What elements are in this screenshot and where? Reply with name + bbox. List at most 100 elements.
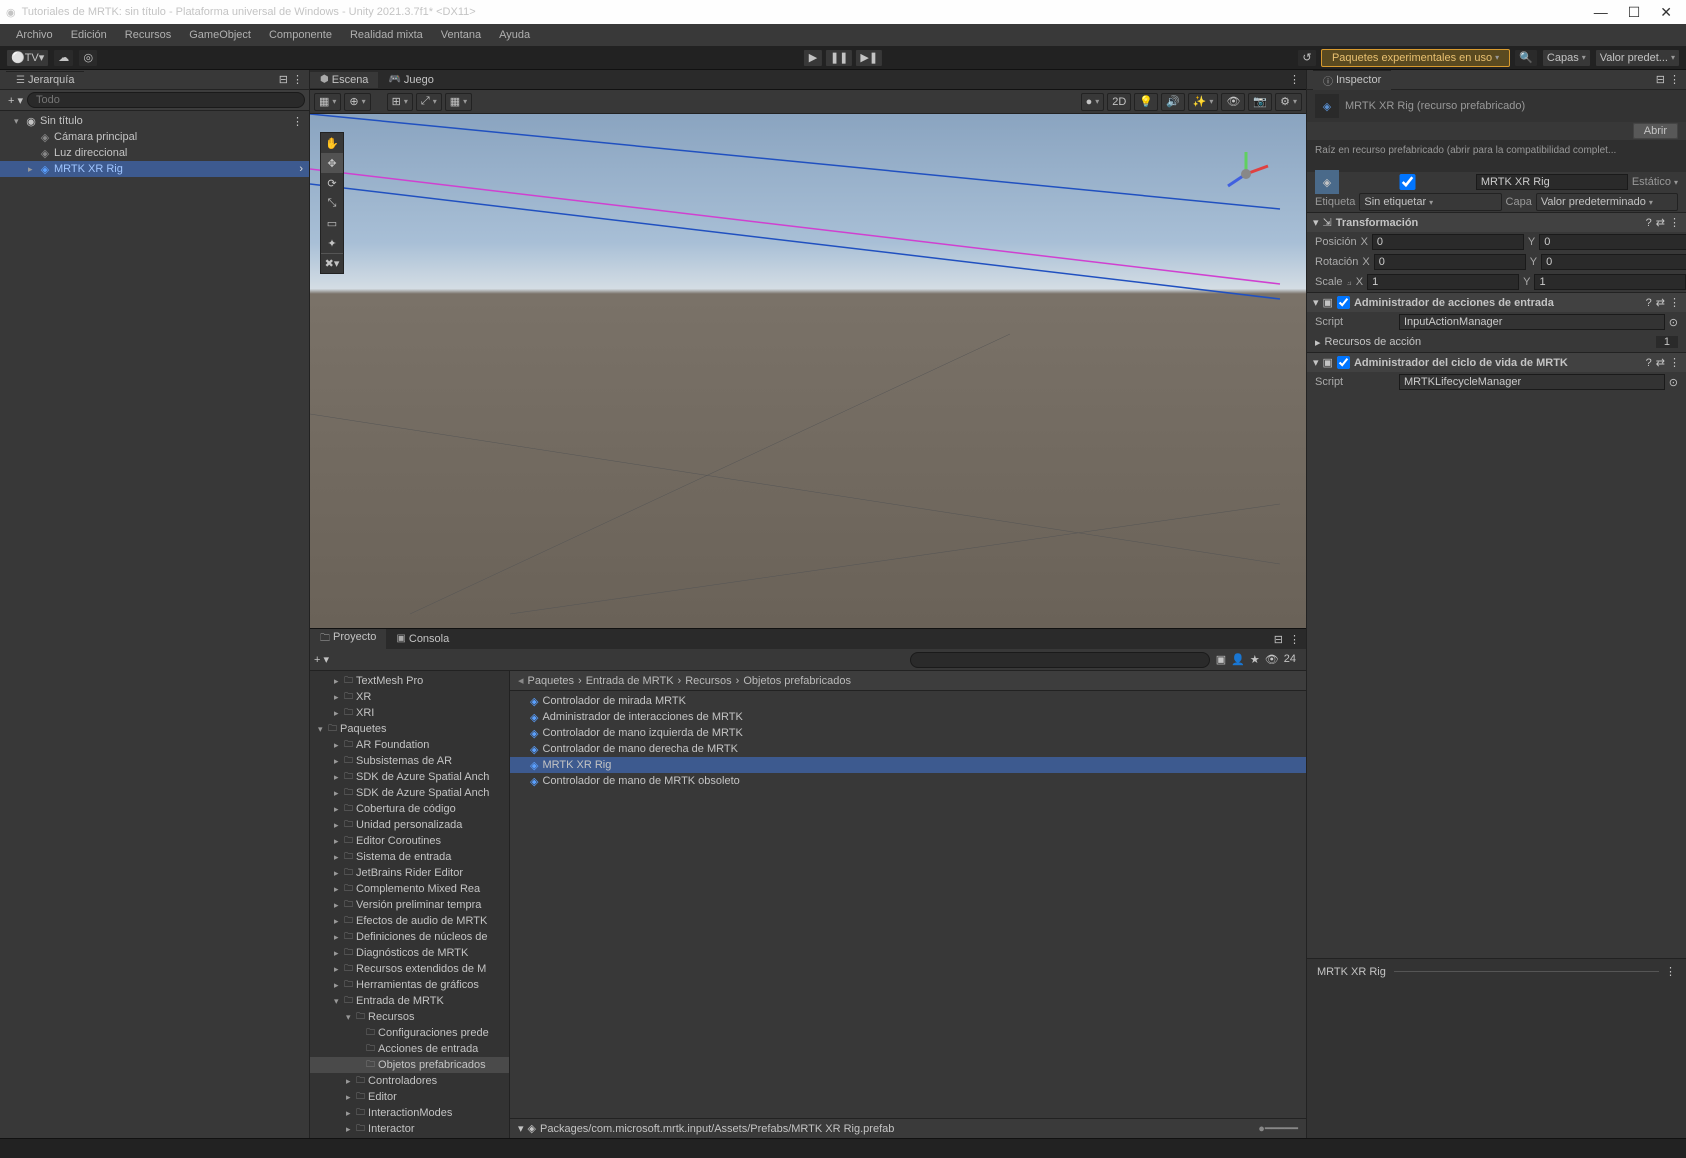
menu-edicion[interactable]: Edición xyxy=(63,27,115,43)
folder-package[interactable]: ▸🗀Subsistemas de AR xyxy=(310,753,509,769)
services-button[interactable]: ◎ xyxy=(78,49,98,67)
menu-componente[interactable]: Componente xyxy=(261,27,340,43)
menu-ayuda[interactable]: Ayuda xyxy=(491,27,538,43)
folder-package[interactable]: ▸🗀Editor Coroutines xyxy=(310,833,509,849)
pos-x[interactable] xyxy=(1372,234,1524,250)
hidden-toggle[interactable]: 👁 xyxy=(1221,93,1245,111)
folder-entrada-mrtk[interactable]: ▾🗀Entrada de MRTK xyxy=(310,993,509,1009)
project-search[interactable] xyxy=(910,652,1210,668)
help-icon[interactable]: ? xyxy=(1646,357,1652,369)
maximize-button[interactable]: ☐ xyxy=(1628,4,1641,21)
constrain-icon[interactable]: ⟓ xyxy=(1347,276,1352,289)
layers-dropdown[interactable]: Capas xyxy=(1542,49,1591,67)
resources-label[interactable]: Recursos de acción xyxy=(1325,336,1652,348)
folder-package[interactable]: ▸🗀SDK de Azure Spatial Anch xyxy=(310,769,509,785)
component-menu-icon[interactable]: ⋮ xyxy=(1669,216,1680,229)
breadcrumb-item[interactable]: Objetos prefabricados xyxy=(743,675,851,687)
hierarchy-item-camera[interactable]: ◈Cámara principal xyxy=(0,129,309,145)
hierarchy-menu-icon[interactable]: ⋮ xyxy=(292,73,303,86)
menu-realidad-mixta[interactable]: Realidad mixta xyxy=(342,27,431,43)
folder-prefabs[interactable]: 🗀Objetos prefabricados xyxy=(310,1057,509,1073)
folder-package[interactable]: ▸🗀Herramientas de gráficos xyxy=(310,977,509,993)
hierarchy-item-mrtk-rig[interactable]: ▸◈ MRTK XR Rig › xyxy=(0,161,309,177)
project-lock-icon[interactable]: ⊟ xyxy=(1274,633,1283,646)
mrtk-lifecycle-header[interactable]: ▾▣ Administrador del ciclo de vida de MR… xyxy=(1307,352,1686,372)
experimental-packages-button[interactable]: Paquetes experimentales en uso xyxy=(1321,49,1510,67)
prefab-file[interactable]: ◈Controlador de mano derecha de MRTK xyxy=(510,741,1306,757)
step-button[interactable]: ▶❚ xyxy=(855,49,883,67)
scene-root[interactable]: ▾◉ Sin título ⋮ xyxy=(0,113,309,129)
scene-tab-menu-icon[interactable]: ⋮ xyxy=(1289,73,1306,86)
search-type-icon[interactable]: ▣ xyxy=(1216,653,1226,666)
pos-y[interactable] xyxy=(1539,234,1686,250)
grid-visual[interactable]: ▦ xyxy=(445,93,472,111)
snap-increment[interactable]: ⤢ xyxy=(416,93,442,111)
folder-item[interactable]: ▸🗀InteractionModes xyxy=(310,1105,509,1121)
folder-package[interactable]: ▸🗀Sistema de entrada xyxy=(310,849,509,865)
console-tab[interactable]: ▣ Consola xyxy=(386,631,459,647)
breadcrumb-item[interactable]: Entrada de MRTK xyxy=(586,675,674,687)
component-menu-icon[interactable]: ⋮ xyxy=(1669,296,1680,309)
folder-xri[interactable]: ▸🗀XRI xyxy=(310,705,509,721)
folder-package[interactable]: ▸🗀Definiciones de núcleos de xyxy=(310,929,509,945)
custom-tool[interactable]: ✖▾ xyxy=(321,253,343,273)
coord-dropdown[interactable]: ⊕ xyxy=(344,93,370,111)
folder-acciones[interactable]: 🗀Acciones de entrada xyxy=(310,1041,509,1057)
project-create[interactable]: + ▾ xyxy=(314,653,329,666)
close-button[interactable]: ✕ xyxy=(1660,4,1672,21)
hierarchy-tab[interactable]: ☰ Jerarquía xyxy=(6,71,84,88)
input-action-manager-header[interactable]: ▾▣ Administrador de acciones de entrada … xyxy=(1307,292,1686,312)
prefab-file[interactable]: ◈Controlador de mano izquierda de MRTK xyxy=(510,725,1306,741)
scale-y[interactable] xyxy=(1534,274,1686,290)
light-toggle[interactable]: 💡 xyxy=(1134,93,1158,111)
rot-y[interactable] xyxy=(1541,254,1686,270)
slider-handle[interactable]: ●━━━━━ xyxy=(1258,1122,1298,1135)
hierarchy-lock-icon[interactable]: ⊟ xyxy=(279,73,288,86)
inspector-lock-icon[interactable]: ⊟ xyxy=(1656,73,1665,86)
component-enabled-checkbox[interactable] xyxy=(1337,356,1350,369)
folder-item[interactable]: ▸🗀Editor xyxy=(310,1089,509,1105)
component-menu-icon[interactable]: ⋮ xyxy=(1669,356,1680,369)
rect-tool[interactable]: ▭ xyxy=(321,213,343,233)
draw-mode-dropdown[interactable]: ▦ xyxy=(314,93,341,111)
collapse-icon[interactable]: ▾ xyxy=(518,1122,524,1135)
game-tab[interactable]: 🎮 Juego xyxy=(378,72,443,88)
minimize-button[interactable]: — xyxy=(1594,4,1608,21)
folder-recursos[interactable]: ▾🗀Recursos xyxy=(310,1009,509,1025)
menu-gameobject[interactable]: GameObject xyxy=(181,27,259,43)
fx-toggle[interactable]: ✨ xyxy=(1188,93,1219,111)
grid-snap-dropdown[interactable]: ⊞ xyxy=(387,93,413,111)
folder-xr[interactable]: ▸🗀XR xyxy=(310,689,509,705)
menu-recursos[interactable]: Recursos xyxy=(117,27,179,43)
audio-toggle[interactable]: 🔊 xyxy=(1161,93,1185,111)
scene-menu-icon[interactable]: ⋮ xyxy=(292,115,309,128)
menu-archivo[interactable]: Archivo xyxy=(8,27,61,43)
create-dropdown[interactable]: + ▾ xyxy=(4,94,27,107)
hand-tool[interactable]: ✋ xyxy=(321,133,343,153)
help-icon[interactable]: ? xyxy=(1646,297,1652,309)
folder-package[interactable]: ▸🗀Complemento Mixed Rea xyxy=(310,881,509,897)
2d-toggle[interactable]: 2D xyxy=(1107,93,1131,111)
component-enabled-checkbox[interactable] xyxy=(1337,296,1350,309)
folder-package[interactable]: ▸🗀Versión preliminar tempra xyxy=(310,897,509,913)
cloud-button[interactable]: ☁ xyxy=(53,49,74,67)
scale-x[interactable] xyxy=(1367,274,1519,290)
move-tool[interactable]: ✥ xyxy=(321,153,343,173)
object-name-field[interactable] xyxy=(1476,174,1628,190)
transform-tool[interactable]: ✦ xyxy=(321,233,343,253)
rotate-tool[interactable]: ⟳ xyxy=(321,173,343,193)
play-button[interactable]: ▶ xyxy=(803,49,823,67)
search-button[interactable]: 🔍 xyxy=(1514,49,1538,67)
layer-dropdown[interactable]: Valor predeterminado xyxy=(1536,193,1678,211)
shading-dropdown[interactable]: ● xyxy=(1081,93,1105,111)
folder-package[interactable]: ▸🗀AR Foundation xyxy=(310,737,509,753)
folder-package[interactable]: ▸🗀Cobertura de código xyxy=(310,801,509,817)
project-tab[interactable]: 🗀 Proyecto xyxy=(310,629,386,650)
help-icon[interactable]: ? xyxy=(1646,217,1652,229)
project-menu-icon[interactable]: ⋮ xyxy=(1289,633,1300,646)
inspector-menu-icon[interactable]: ⋮ xyxy=(1669,73,1680,86)
pause-button[interactable]: ❚❚ xyxy=(825,49,853,67)
prefab-open-arrow[interactable]: › xyxy=(299,163,309,175)
camera-toggle[interactable]: 📷 xyxy=(1248,93,1272,111)
folder-package[interactable]: ▸🗀Efectos de audio de MRTK xyxy=(310,913,509,929)
